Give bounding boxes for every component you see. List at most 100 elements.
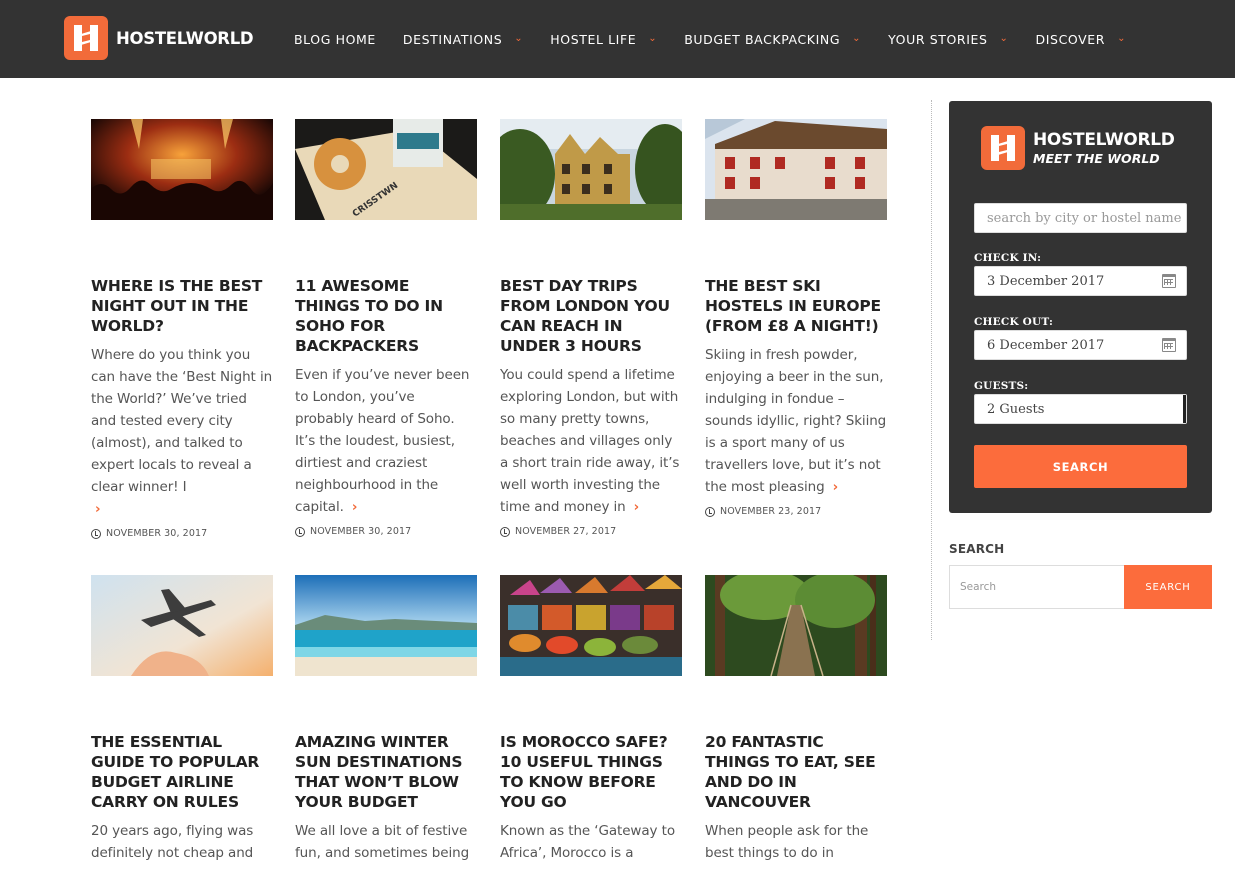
clock-icon	[91, 528, 101, 539]
post-excerpt-text: You could spend a lifetime exploring Lon…	[500, 367, 680, 515]
logo-wordmark: HOSTELWORLD	[116, 28, 254, 48]
nav-your-stories[interactable]: YOUR STORIES ⌄	[888, 32, 1008, 47]
post-date-text: NOVEMBER 30, 2017	[106, 528, 208, 539]
nav-label: DISCOVER	[1035, 31, 1106, 47]
sidebar-search-input[interactable]: Search	[949, 565, 1125, 609]
nav-destinations[interactable]: DESTINATIONS ⌄	[403, 32, 523, 47]
hostelworld-logo-icon	[64, 16, 108, 60]
nav-blog-home[interactable]: BLOG HOME	[294, 32, 376, 47]
nav-label: BLOG HOME	[294, 31, 376, 47]
post-excerpt-text: Where do you think you can have the ‘Bes…	[91, 347, 273, 495]
spice-market-image[interactable]	[500, 575, 682, 676]
nav-hostel-life[interactable]: HOSTEL LIFE ⌄	[550, 32, 657, 47]
post-title-link[interactable]: AMAZING WINTER SUN DESTINATIONS THAT WON…	[295, 732, 477, 812]
hostel-search-input[interactable]: search by city or hostel name	[974, 203, 1187, 233]
post-title-link[interactable]: THE ESSENTIAL GUIDE TO POPULAR BUDGET AI…	[91, 732, 273, 812]
post-card: BEST DAY TRIPS FROM LONDON YOU CAN REACH…	[500, 119, 682, 537]
post-title-link[interactable]: 20 FANTASTIC THINGS TO EAT, SEE AND DO I…	[705, 732, 887, 812]
post-excerpt-text: Even if you’ve never been to London, you…	[295, 367, 470, 515]
read-more-arrow-icon[interactable]: ›	[352, 496, 358, 518]
post-title-link[interactable]: THE BEST SKI HOSTELS IN EUROPE (FROM £8 …	[705, 276, 887, 336]
hostelworld-logo-icon	[981, 126, 1025, 170]
suspension-bridge-image[interactable]	[705, 575, 887, 676]
post-excerpt: 20 years ago, flying was definitely not …	[91, 820, 273, 864]
guests-label: GUESTS:	[974, 380, 1029, 392]
hostelworld-logo[interactable]: HOSTELWORLD	[64, 16, 254, 60]
post-title-link[interactable]: BEST DAY TRIPS FROM LONDON YOU CAN REACH…	[500, 276, 682, 356]
post-excerpt-text: 20 years ago, flying was definitely not …	[91, 823, 254, 861]
post-excerpt-text: We all love a bit of festive fun, and so…	[295, 823, 470, 861]
widget-brand: HOSTELWORLD MEET THE WORLD	[1033, 130, 1175, 166]
select-arrow-icon	[1183, 395, 1186, 423]
nav-discover[interactable]: DISCOVER ⌄	[1036, 32, 1127, 47]
concert-crowd-image[interactable]	[91, 119, 273, 220]
read-more-arrow-icon[interactable]: ›	[95, 498, 101, 520]
post-excerpt-text: Known as the ‘Gateway to Africa’, Morocc…	[500, 823, 675, 861]
post-card: THE BEST SKI HOSTELS IN EUROPE (FROM £8 …	[705, 119, 887, 517]
chevron-down-icon: ⌄	[514, 32, 524, 44]
post-card: CRISSTWN 11 AWESOME THINGS TO DO IN SOHO…	[295, 119, 477, 537]
site-header: HOSTELWORLD BLOG HOME DESTINATIONS ⌄ HOST…	[0, 0, 1235, 78]
airplane-hand-image[interactable]	[91, 575, 273, 676]
chevron-down-icon: ⌄	[999, 32, 1009, 44]
guests-value: 2 Guests	[987, 401, 1045, 417]
widget-tagline: MEET THE WORLD	[1033, 151, 1160, 166]
ski-chalet-image[interactable]	[705, 119, 887, 220]
cotswold-manor-image[interactable]	[500, 119, 682, 220]
widget-brand-name: HOSTELWORLD	[1033, 130, 1175, 150]
post-date-text: NOVEMBER 23, 2017	[720, 506, 822, 517]
post-title-link[interactable]: IS MOROCCO SAFE? 10 USEFUL THINGS TO KNO…	[500, 732, 682, 812]
check-in-value: 3 December 2017	[987, 273, 1105, 289]
beach-image[interactable]	[295, 575, 477, 676]
post-excerpt: Skiing in fresh powder, enjoying a beer …	[705, 344, 887, 498]
calendar-icon[interactable]	[1162, 338, 1176, 352]
post-excerpt: Where do you think you can have the ‘Bes…	[91, 344, 273, 520]
nav-label: BUDGET BACKPACKING	[684, 31, 841, 47]
post-excerpt: We all love a bit of festive fun, and so…	[295, 820, 477, 864]
read-more-arrow-icon[interactable]: ›	[833, 476, 839, 498]
post-date: NOVEMBER 23, 2017	[705, 506, 887, 517]
hostel-search-button[interactable]: SEARCH	[974, 445, 1187, 488]
clock-icon	[295, 526, 305, 537]
check-out-label: CHECK OUT:	[974, 316, 1054, 328]
read-more-arrow-icon[interactable]: ›	[634, 496, 640, 518]
chevron-down-icon: ⌄	[1117, 32, 1127, 44]
nav-label: YOUR STORIES	[888, 31, 988, 47]
post-excerpt: When people ask for the best things to d…	[705, 820, 887, 869]
check-in-label: CHECK IN:	[974, 252, 1042, 264]
nav-label: HOSTEL LIFE	[550, 31, 637, 47]
post-card: 20 FANTASTIC THINGS TO EAT, SEE AND DO I…	[705, 575, 887, 869]
sidebar-search-button[interactable]: SEARCH	[1124, 565, 1212, 609]
post-card: IS MOROCCO SAFE? 10 USEFUL THINGS TO KNO…	[500, 575, 682, 864]
post-excerpt-text: Skiing in fresh powder, enjoying a beer …	[705, 347, 887, 495]
widget-logo[interactable]: HOSTELWORLD MEET THE WORLD	[981, 126, 1175, 170]
post-card: AMAZING WINTER SUN DESTINATIONS THAT WON…	[295, 575, 477, 864]
nav-label: DESTINATIONS	[402, 31, 503, 47]
post-excerpt: You could spend a lifetime exploring Lon…	[500, 364, 682, 518]
chevron-down-icon: ⌄	[852, 32, 862, 44]
post-card: WHERE IS THE BEST NIGHT OUT IN THE WORLD…	[91, 119, 273, 539]
post-excerpt: Even if you’ve never been to London, you…	[295, 364, 477, 518]
post-date-text: NOVEMBER 30, 2017	[310, 526, 412, 537]
clock-icon	[500, 526, 510, 537]
post-title-link[interactable]: WHERE IS THE BEST NIGHT OUT IN THE WORLD…	[91, 276, 273, 336]
hostel-booking-widget: HOSTELWORLD MEET THE WORLD search by cit…	[949, 101, 1212, 513]
check-in-date-field[interactable]: 3 December 2017	[974, 266, 1187, 296]
post-excerpt-text: When people ask for the best things to d…	[705, 823, 884, 869]
check-out-date-field[interactable]: 6 December 2017	[974, 330, 1187, 360]
post-card: THE ESSENTIAL GUIDE TO POPULAR BUDGET AI…	[91, 575, 273, 864]
post-date: NOVEMBER 27, 2017	[500, 526, 682, 537]
post-excerpt: Known as the ‘Gateway to Africa’, Morocc…	[500, 820, 682, 864]
guests-select[interactable]: 2 Guests	[974, 394, 1187, 424]
chevron-down-icon: ⌄	[648, 32, 658, 44]
post-date: NOVEMBER 30, 2017	[91, 528, 273, 539]
doughnut-coffee-image[interactable]: CRISSTWN	[295, 119, 477, 220]
nav-budget-backpacking[interactable]: BUDGET BACKPACKING ⌄	[684, 32, 861, 47]
sidebar-search-title: SEARCH	[949, 542, 1005, 556]
calendar-icon[interactable]	[1162, 274, 1176, 288]
post-date-text: NOVEMBER 27, 2017	[515, 526, 617, 537]
sidebar-divider	[931, 100, 932, 640]
post-title-link[interactable]: 11 AWESOME THINGS TO DO IN SOHO FOR BACK…	[295, 276, 477, 356]
check-out-value: 6 December 2017	[987, 337, 1105, 353]
post-date: NOVEMBER 30, 2017	[295, 526, 477, 537]
